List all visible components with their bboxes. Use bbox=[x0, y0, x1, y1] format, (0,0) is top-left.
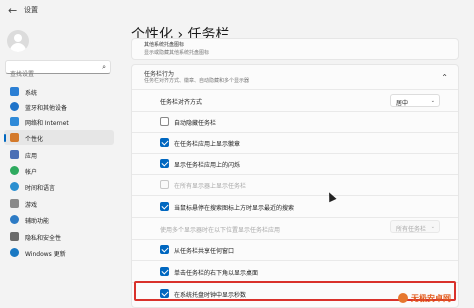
sidebar-item-label: 系统 bbox=[25, 90, 38, 97]
sidebar-item-windows-update[interactable]: Windows 更新 bbox=[4, 245, 114, 260]
divider bbox=[132, 132, 458, 133]
option-show-badges[interactable]: 在任务栏应用上显示徽章 bbox=[160, 137, 400, 149]
option-label: 当鼠标悬停在搜索图标上方时显示最近的搜索 bbox=[174, 205, 295, 212]
option-share-window[interactable]: 从任务栏共享任何窗口 bbox=[160, 244, 400, 256]
sidebar-item-label: 蓝牙和其他设备 bbox=[25, 105, 68, 112]
alignment-label: 任务栏对齐方式 bbox=[160, 99, 203, 106]
active-indicator bbox=[4, 134, 6, 142]
sidebar-item-accounts[interactable]: 帐户 bbox=[4, 163, 114, 178]
title-bar: ← 设置 bbox=[0, 0, 474, 22]
sidebar-item-label: 帐户 bbox=[25, 169, 38, 176]
sidebar-item-label: 个性化 bbox=[25, 136, 44, 143]
sidebar-item-label: 网络和 Internet bbox=[25, 120, 69, 127]
sidebar-item-label: 游戏 bbox=[25, 202, 38, 209]
sidebar-item-system[interactable]: 系统 bbox=[4, 84, 114, 99]
sidebar-item-label: 隐私和安全性 bbox=[25, 235, 62, 242]
checkbox[interactable] bbox=[160, 245, 169, 254]
option-label: 自动隐藏任务栏 bbox=[174, 120, 217, 127]
search-input[interactable] bbox=[6, 68, 92, 81]
checkbox bbox=[160, 180, 169, 189]
chevron-down-icon: ⌄ bbox=[430, 224, 435, 230]
divider bbox=[132, 239, 458, 240]
option-all-displays: 在所有显示器上显示任务栏 bbox=[160, 179, 400, 191]
bluetooth-icon bbox=[10, 102, 19, 111]
apps-icon bbox=[10, 150, 19, 159]
checkbox[interactable] bbox=[160, 138, 169, 147]
sidebar-item-apps[interactable]: 应用 bbox=[4, 147, 114, 162]
checkbox[interactable] bbox=[160, 159, 169, 168]
search-icon[interactable]: ⌕ bbox=[102, 63, 106, 72]
divider bbox=[132, 153, 458, 154]
sidebar-item-label: Windows 更新 bbox=[25, 251, 66, 258]
update-icon bbox=[10, 248, 19, 257]
option-auto-hide[interactable]: 自动隐藏任务栏 bbox=[160, 116, 400, 128]
sidebar-item-network[interactable]: 网络和 Internet bbox=[4, 114, 114, 129]
option-show-flashing[interactable]: 显示任务栏应用上的闪烁 bbox=[160, 158, 400, 170]
account-icon bbox=[10, 166, 19, 175]
alignment-dropdown[interactable]: 居中 ⌄ bbox=[390, 94, 440, 107]
taskbar-behaviors-card: 任务栏行为 任务栏对齐方式、徽章、自动隐藏和多个显示器 ⌃ 任务栏对齐方式 居中… bbox=[131, 64, 459, 308]
pen-icon bbox=[10, 133, 19, 142]
watermark-text: 无极安卓网 bbox=[411, 294, 451, 303]
option-label: 单击任务栏的右下角以显示桌面 bbox=[174, 270, 259, 277]
wifi-icon bbox=[10, 117, 19, 126]
sidebar-item-label: 辅助功能 bbox=[25, 218, 50, 225]
option-label: 使用多个显示器时在以下位置显示任务栏应用 bbox=[160, 227, 281, 234]
divider bbox=[132, 89, 458, 90]
option-label: 显示任务栏应用上的闪烁 bbox=[174, 162, 241, 169]
sidebar-item-time-language[interactable]: 时间和语言 bbox=[4, 179, 114, 194]
gamepad-icon bbox=[10, 199, 19, 208]
sidebar-item-label: 应用 bbox=[25, 153, 38, 160]
option-show-desktop[interactable]: 单击任务栏的右下角以显示桌面 bbox=[160, 266, 400, 278]
back-arrow-icon[interactable]: ← bbox=[8, 4, 17, 17]
checkbox[interactable] bbox=[160, 202, 169, 211]
multi-display-dropdown: 所有任务栏 ⌄ bbox=[390, 220, 440, 233]
chevron-up-icon[interactable]: ⌃ bbox=[441, 73, 448, 82]
system-icon bbox=[10, 87, 19, 96]
option-recent-searches[interactable]: 当鼠标悬停在搜索图标上方时显示最近的搜索 bbox=[160, 201, 400, 213]
section-title: 其他系统托盘图标 bbox=[144, 42, 185, 48]
app-title: 设置 bbox=[24, 6, 38, 14]
search-box[interactable]: ⌕ bbox=[5, 60, 111, 81]
shield-icon bbox=[10, 232, 19, 241]
multi-display-value: 所有任务栏 bbox=[396, 226, 427, 233]
divider bbox=[132, 260, 458, 261]
sidebar: ⌕ 系统 蓝牙和其他设备 网络和 Internet 个性化 应用 帐户 时间和语… bbox=[0, 22, 118, 308]
watermark: 无极安卓网 bbox=[398, 290, 470, 306]
accessibility-icon bbox=[10, 215, 19, 224]
option-label: 从任务栏共享任何窗口 bbox=[174, 248, 235, 255]
divider bbox=[132, 111, 458, 112]
divider bbox=[132, 174, 458, 175]
alignment-value: 居中 bbox=[396, 100, 409, 107]
divider bbox=[132, 217, 458, 218]
other-tray-icons-card[interactable]: 其他系统托盘图标 显示或隐藏其他系统托盘图标 bbox=[131, 38, 459, 60]
sidebar-item-label: 时间和语言 bbox=[25, 185, 56, 192]
avatar-body bbox=[10, 43, 26, 52]
avatar[interactable] bbox=[7, 30, 29, 52]
checkbox[interactable] bbox=[160, 267, 169, 276]
multi-display-setting: 使用多个显示器时在以下位置显示任务栏应用 bbox=[160, 223, 400, 235]
section-subtitle: 任务栏对齐方式、徽章、自动隐藏和多个显示器 bbox=[144, 78, 250, 84]
avatar-head bbox=[14, 34, 22, 42]
sidebar-item-accessibility[interactable]: 辅助功能 bbox=[4, 212, 114, 227]
checkbox[interactable] bbox=[160, 117, 169, 126]
watermark-logo-icon bbox=[398, 293, 408, 303]
sidebar-item-privacy[interactable]: 隐私和安全性 bbox=[4, 229, 114, 244]
sidebar-item-gaming[interactable]: 游戏 bbox=[4, 196, 114, 211]
divider bbox=[132, 195, 458, 196]
option-label: 在所有显示器上显示任务栏 bbox=[174, 183, 247, 190]
option-label: 在任务栏应用上显示徽章 bbox=[174, 141, 241, 148]
globe-icon bbox=[10, 182, 19, 191]
sidebar-item-bluetooth[interactable]: 蓝牙和其他设备 bbox=[4, 99, 114, 114]
sidebar-item-personalization[interactable]: 个性化 bbox=[4, 130, 114, 145]
chevron-down-icon: ⌄ bbox=[430, 98, 435, 104]
section-subtitle: 显示或隐藏其他系统托盘图标 bbox=[144, 50, 210, 56]
